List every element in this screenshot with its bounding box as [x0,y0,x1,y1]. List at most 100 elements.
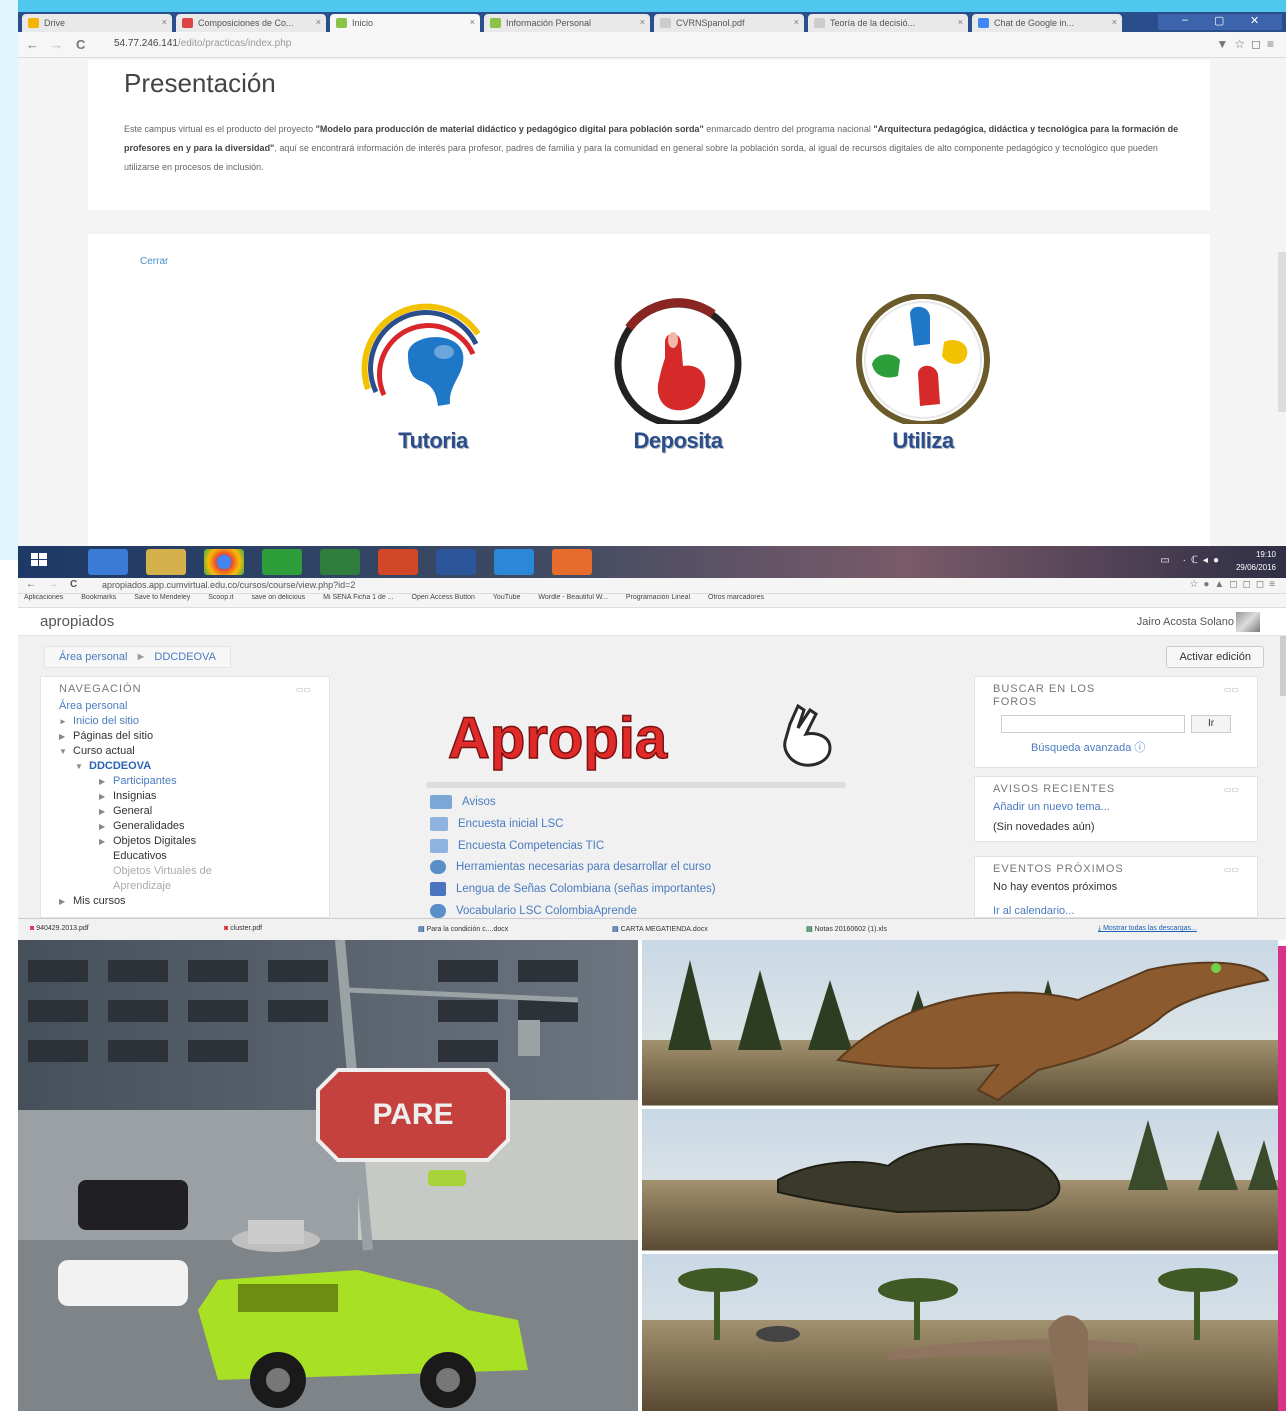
tab-composiciones[interactable]: Composiciones de Co... × [176,14,326,32]
tab-teoria[interactable]: Teoría de la decisió... × [808,14,968,32]
tab-pdf[interactable]: CVRNSpanol.pdf × [654,14,804,32]
download-item[interactable]: ▤ Notas 20160602 (1).xls [806,925,887,933]
maximize-icon[interactable]: ▢ [1214,14,1224,27]
site-name[interactable]: apropiados [40,613,114,630]
activity-item[interactable]: Avisos [430,792,716,814]
logo-deposita[interactable]: Deposita [603,294,753,454]
add-topic-link[interactable]: Añadir un nuevo tema... [993,801,1110,813]
chrome-icon[interactable] [204,549,244,575]
nav-item[interactable]: Aprendizaje [113,880,171,892]
forward-icon[interactable]: → [50,37,63,52]
nav-item[interactable]: Mis cursos [73,895,126,907]
powerpoint-icon[interactable] [378,549,418,575]
close-icon[interactable]: × [162,17,167,27]
back-icon[interactable]: ← [26,37,39,52]
system-tray[interactable]: ▭ ·ℂ◂● [1160,555,1224,566]
url-field[interactable]: 54.77.246.141/edito/practicas/index.php [114,38,291,49]
horizontal-scrollbar[interactable] [426,782,846,788]
nav-item[interactable]: Participantes [113,775,177,787]
activity-item[interactable]: Encuesta Competencias TIC [430,836,716,858]
activity-item[interactable]: Herramientas necesarias para desarrollar… [430,857,716,879]
bookmark-item[interactable]: Aplicaciones [24,594,63,601]
back-icon[interactable]: ← [26,579,36,590]
activity-item[interactable]: Encuesta inicial LSC [430,814,716,836]
reload-icon[interactable]: C [76,37,85,52]
close-icon[interactable]: × [958,17,963,27]
forward-icon[interactable]: → [48,579,58,590]
activity-item[interactable]: Vocabulario LSC ColombiaAprende [430,901,716,918]
nav-item[interactable]: Insignias [113,790,156,802]
bookmark-item[interactable]: Otros marcadores [708,594,764,601]
tab-inicio[interactable]: Inicio × [330,14,480,32]
expand-icon[interactable]: ▶ [99,774,113,789]
nav-item[interactable]: Curso actual [73,745,135,757]
bookmark-item[interactable]: Open Access Button [412,594,475,601]
logo-tutoria[interactable]: Tutoria [358,294,508,454]
advanced-search-link[interactable]: Búsqueda avanzada ⓘ [1031,739,1145,755]
collapse-icon[interactable]: ▼ [75,759,89,774]
bookmark-item[interactable]: Save to Mendeley [134,594,190,601]
nav-item[interactable]: Objetos Digitales [113,835,196,847]
nav-item[interactable]: General [113,805,152,817]
close-icon[interactable]: × [794,17,799,27]
scrollbar[interactable] [1278,252,1286,412]
start-icon[interactable] [26,549,56,575]
close-icon[interactable]: × [640,17,645,27]
block-controls-icon[interactable]: ▭▭ [296,685,311,694]
nav-item[interactable]: Generalidades [113,820,185,832]
toolbar-icons[interactable]: ▼☆◻≡ [1216,37,1280,51]
reload-icon[interactable]: C [70,579,77,590]
nav-item[interactable]: Educativos [113,850,167,862]
activity-item[interactable]: Lengua de Señas Colombiana (señas import… [430,879,716,901]
minimize-icon[interactable]: – [1182,14,1188,26]
expand-icon[interactable]: ▶ [99,804,113,819]
bookmark-item[interactable]: Bookmarks [81,594,116,601]
download-item[interactable]: ◙ cluster.pdf [224,925,262,932]
tab-drive[interactable]: Drive × [22,14,172,32]
bookmark-item[interactable]: Mi SENA Ficha 1 de ... [323,594,393,601]
help-icon[interactable]: ⓘ [1134,742,1145,754]
onedrive-icon[interactable] [494,549,534,575]
expand-icon[interactable]: ▶ [59,729,73,744]
expand-icon[interactable]: ▶ [99,789,113,804]
close-link[interactable]: Cerrar [140,256,168,267]
extension-icons[interactable]: ☆●▲◻◻◻≡ [1189,579,1280,590]
bookmark-item[interactable]: Wordle - Beautiful W... [538,594,608,601]
logo-utiliza[interactable]: Utiliza [848,293,998,454]
collapse-icon[interactable]: ▼ [59,744,73,759]
download-item[interactable]: ◙ 940429.2013.pdf [30,925,89,932]
forum-search-button[interactable]: Ir [1191,715,1231,733]
spreadsheet-app-icon[interactable] [262,549,302,575]
expand-icon[interactable]: ▶ [59,894,73,909]
nav-item-current[interactable]: DDCDEOVA [89,760,151,772]
close-icon[interactable]: × [316,17,321,27]
avatar[interactable] [1236,612,1260,632]
url-field[interactable]: apropiados.app.cumvirtual.edu.co/cursos/… [102,580,355,590]
tab-chat[interactable]: Chat de Google in... × [972,14,1122,32]
edit-mode-button[interactable]: Activar edición [1166,646,1264,668]
download-item[interactable]: ▤ Para la condición c....docx [418,925,508,933]
desktop-app-icon[interactable] [88,549,128,575]
close-icon[interactable]: × [1112,17,1117,27]
block-controls-icon[interactable]: ▭▭ [1224,685,1239,694]
word-icon[interactable] [436,549,476,575]
nav-item[interactable]: Páginas del sitio [73,730,153,742]
show-all-downloads-link[interactable]: ⤓ Mostrar todas las descargas... [1098,925,1197,933]
expand-icon[interactable]: ▶ [99,819,113,834]
forum-search-input[interactable] [1001,715,1185,733]
block-controls-icon[interactable]: ▭▭ [1224,785,1239,794]
nav-item[interactable]: Área personal [59,699,212,714]
tab-informacion[interactable]: Información Personal × [484,14,650,32]
office-icon[interactable] [552,549,592,575]
bookmark-item[interactable]: YouTube [493,594,521,601]
bookmark-item[interactable]: Scoop.it [208,594,233,601]
user-menu[interactable]: Jairo Acosta Solano [1137,616,1234,628]
scrollbar[interactable] [1280,636,1286,696]
nav-item[interactable]: Objetos Virtuales de [113,865,212,877]
file-explorer-icon[interactable] [146,549,186,575]
nav-item[interactable]: Inicio del sitio [73,715,139,727]
project-app-icon[interactable] [320,549,360,575]
block-controls-icon[interactable]: ▭▭ [1224,865,1239,874]
close-icon[interactable]: × [470,17,475,27]
close-window-icon[interactable]: ✕ [1250,14,1259,27]
